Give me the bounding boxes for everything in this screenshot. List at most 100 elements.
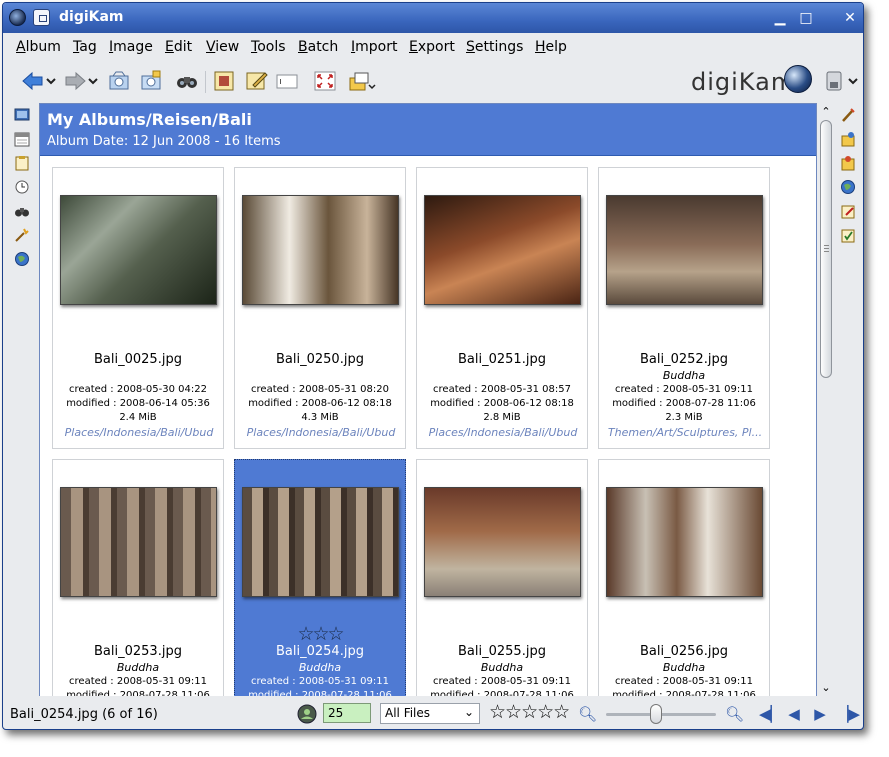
shade-icon[interactable]: ▁ [771, 10, 789, 27]
image-thumbnail[interactable] [60, 487, 217, 597]
image-card[interactable]: ☆☆☆ Bali_0254.jpg Buddha created : 2008-05-… [234, 459, 406, 696]
image-name: Bali_0025.jpg [94, 352, 182, 367]
menu-image[interactable]: Image [109, 39, 153, 55]
image-thumbnail[interactable] [242, 487, 399, 597]
back-icon[interactable] [21, 69, 45, 93]
last-image-icon[interactable]: ▕▶ [837, 705, 860, 723]
image-file-size: 2.8 MiB [483, 412, 521, 423]
thumbnail-size-icon[interactable] [297, 704, 317, 724]
scroll-down-icon[interactable]: ⌄ [819, 680, 833, 696]
forward-icon[interactable] [63, 69, 87, 93]
image-name: Bali_0254.jpg [276, 644, 364, 659]
import-icon[interactable] [347, 69, 377, 93]
image-thumbnail[interactable] [424, 195, 581, 305]
thumbnail-size-field[interactable]: 25 [323, 703, 371, 723]
image-created-date: created : 2008-05-31 08:20 [251, 384, 389, 395]
image-card[interactable]: Bali_0253.jpg Buddha created : 2008-05-31 … [52, 459, 224, 696]
first-image-icon[interactable]: ◀▏ [759, 705, 782, 723]
image-card[interactable]: Bali_0252.jpg Buddha created : 2008-05-31 … [598, 167, 770, 449]
fullscreen-icon[interactable] [313, 69, 337, 93]
image-thumbnail[interactable] [60, 195, 217, 305]
zoom-out-icon[interactable]: 🔍︎ [578, 705, 597, 723]
title-bar: digiKam ▁ □ ✕ [3, 3, 863, 33]
search-icon[interactable] [14, 203, 30, 219]
menu-tag[interactable]: Tag [73, 39, 97, 55]
scrollbar-thumb[interactable] [820, 120, 832, 378]
menu-edit[interactable]: Edit [165, 39, 192, 55]
edit-icon[interactable] [245, 69, 269, 93]
image-modified-date: modified : 2008-06-12 08:18 [430, 398, 574, 409]
image-album-path[interactable]: Places/Indonesia/Bali/Ubud [421, 426, 585, 439]
mime-filter-select[interactable]: All Files ⌄ [380, 703, 480, 724]
previous-image-icon[interactable]: ◀ [785, 705, 803, 723]
image-thumbnail[interactable] [424, 487, 581, 597]
tag-icon[interactable] [139, 69, 163, 93]
status-text: Bali_0254.jpg (6 of 16) [10, 707, 158, 722]
next-image-icon[interactable]: ▶ [811, 705, 829, 723]
image-card[interactable]: Bali_0256.jpg Buddha created : 2008-05-31 … [598, 459, 770, 696]
window-title: digiKam [59, 9, 124, 25]
fuzzy-search-icon[interactable] [14, 227, 30, 243]
tags-captions-icon[interactable] [840, 203, 856, 219]
album-path: My Albums/Reisen/Bali [47, 110, 252, 129]
forward-dropdown-icon[interactable] [87, 69, 99, 93]
maximize-icon[interactable]: □ [797, 10, 815, 27]
tags-icon[interactable] [14, 155, 30, 171]
icon-view-panel: My Albums/Reisen/Bali Album Date: 12 Jun… [39, 103, 817, 696]
versions-icon[interactable] [840, 227, 856, 243]
image-name: Bali_0250.jpg [276, 352, 364, 367]
image-thumbnail[interactable] [242, 195, 399, 305]
calendar-icon[interactable] [14, 131, 30, 147]
image-album-path[interactable]: Themen/Art/Sculptures, Pl... [603, 426, 767, 439]
image-card[interactable]: Bali_0250.jpg created : 2008-05-31 08:20 m… [234, 167, 406, 449]
menu-view[interactable]: View [206, 39, 239, 55]
slideshow-icon[interactable] [275, 69, 299, 93]
rating-stars[interactable]: ☆☆☆ [235, 625, 405, 644]
brand-logo-text: digiKam [691, 68, 796, 96]
zoom-in-icon[interactable]: 🔍︎ [725, 705, 744, 723]
image-thumbnail[interactable] [606, 195, 763, 305]
rating-filter[interactable]: ☆☆☆☆☆ [489, 702, 570, 722]
menu-export[interactable]: Export [409, 39, 455, 55]
close-icon[interactable]: ✕ [841, 10, 859, 27]
album-info: Album Date: 12 Jun 2008 - 16 Items [47, 134, 281, 149]
image-modified-date: modified : 2008-07-28 11:06 [612, 398, 756, 409]
image-album-path[interactable]: Places/Indonesia/Bali/Ubud [239, 426, 403, 439]
albums-icon[interactable] [14, 107, 30, 123]
album-icon[interactable] [107, 69, 131, 93]
metadata-icon[interactable] [840, 131, 856, 147]
menu-help[interactable]: Help [535, 39, 567, 55]
digikam-logo-icon [784, 65, 812, 93]
menu-tools[interactable]: Tools [251, 39, 286, 55]
menu-import[interactable]: Import [351, 39, 397, 55]
gps-search-icon[interactable] [14, 251, 30, 267]
window-menu-icon[interactable] [33, 9, 50, 26]
menu-settings[interactable]: Settings [466, 39, 523, 55]
geolocation-icon[interactable] [840, 179, 856, 195]
zoom-slider-handle[interactable] [650, 704, 662, 724]
toolbar-separator [205, 71, 206, 93]
image-file-size: 2.4 MiB [119, 412, 157, 423]
image-card[interactable]: Bali_0025.jpg created : 2008-05-30 04:22 m… [52, 167, 224, 449]
image-album-path[interactable]: Places/Indonesia/Bali/Ubud [57, 426, 221, 439]
image-card[interactable]: Bali_0251.jpg created : 2008-05-31 08:57 m… [416, 167, 588, 449]
image-card[interactable]: Bali_0255.jpg Buddha created : 2008-05-31 … [416, 459, 588, 696]
menu-album[interactable]: Album [16, 39, 61, 55]
menu-batch[interactable]: Batch [298, 39, 338, 55]
image-icon[interactable] [212, 69, 236, 93]
scroll-up-icon[interactable]: ⌃ [819, 104, 833, 120]
save-layout-icon[interactable] [823, 69, 859, 93]
colors-icon[interactable] [840, 155, 856, 171]
image-thumbnail[interactable] [606, 487, 763, 597]
app-icon[interactable] [9, 9, 26, 26]
timeline-icon[interactable] [14, 179, 30, 195]
back-dropdown-icon[interactable] [45, 69, 57, 93]
image-file-size: 2.3 MiB [665, 412, 703, 423]
properties-icon[interactable] [840, 107, 856, 123]
thumbnail-grid: Bali_0025.jpg created : 2008-05-30 04:22 m… [40, 157, 816, 696]
image-name: Bali_0255.jpg [458, 644, 546, 659]
image-name: Bali_0251.jpg [458, 352, 546, 367]
vertical-scrollbar[interactable]: ⌃ ⌄ [819, 104, 833, 696]
search-icon[interactable] [175, 69, 199, 93]
image-tag: Buddha [662, 369, 706, 382]
